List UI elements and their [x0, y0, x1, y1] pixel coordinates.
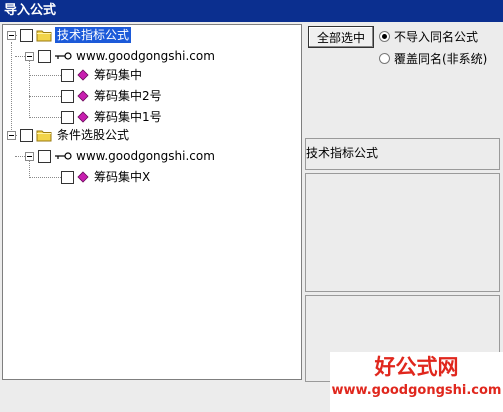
formula-gem-icon	[77, 69, 89, 81]
tree-node-site[interactable]: www.goodgongshi.com	[25, 146, 217, 166]
collapse-toggle-icon[interactable]	[7, 30, 16, 40]
checkbox[interactable]	[38, 149, 51, 163]
radio-selected-icon[interactable]	[379, 31, 390, 42]
tree-node-label[interactable]: 条件选股公式	[55, 127, 131, 143]
checkbox[interactable]	[20, 128, 33, 142]
formula-gem-icon	[77, 90, 89, 102]
tree-node-label[interactable]: 筹码集中X	[92, 169, 152, 185]
tree-node-label[interactable]: www.goodgongshi.com	[74, 48, 217, 64]
checkbox[interactable]	[20, 28, 33, 42]
key-icon	[55, 152, 72, 160]
formula-tree[interactable]: 技术指标公式 www.goodgongshi.com 筹码集中 筹码集中2号 筹…	[2, 24, 302, 380]
tree-node-label[interactable]: www.goodgongshi.com	[74, 148, 217, 164]
checkbox[interactable]	[61, 68, 74, 82]
tree-line	[29, 96, 61, 97]
tree-line	[29, 75, 61, 76]
category-label: 技术指标公式	[306, 146, 379, 160]
radio-overwrite-duplicates[interactable]: 覆盖同名(非系统)	[379, 50, 487, 67]
tree-node-label[interactable]: 筹码集中	[92, 67, 144, 83]
radio-unselected-icon[interactable]	[379, 53, 390, 64]
tree-node-formula[interactable]: 筹码集中X	[61, 167, 152, 187]
tree-node-formula[interactable]: 筹码集中1号	[61, 107, 164, 127]
collapse-toggle-icon[interactable]	[25, 51, 34, 61]
select-all-button[interactable]: 全部选中	[308, 26, 374, 48]
tree-node-root2[interactable]: 条件选股公式	[7, 125, 131, 145]
tree-node-site[interactable]: www.goodgongshi.com	[25, 46, 217, 66]
collapse-toggle-icon[interactable]	[25, 151, 34, 161]
formula-gem-icon	[77, 171, 89, 183]
folder-icon	[36, 130, 52, 142]
tree-node-formula[interactable]: 筹码集中	[61, 65, 144, 85]
site-watermark: 好公式网 www.goodgongshi.com	[330, 352, 503, 412]
collapse-toggle-icon[interactable]	[7, 130, 16, 140]
checkbox[interactable]	[61, 110, 74, 124]
checkbox[interactable]	[61, 89, 74, 103]
tree-line	[29, 59, 30, 118]
tree-node-label[interactable]: 技术指标公式	[55, 27, 132, 43]
tree-line	[11, 42, 12, 138]
tree-line	[29, 177, 61, 178]
folder-icon	[36, 30, 52, 42]
description-panel	[305, 173, 500, 292]
window-title: 导入公式	[0, 0, 503, 22]
tree-node-root1[interactable]: 技术指标公式	[7, 25, 132, 45]
radio-label: 覆盖同名(非系统)	[394, 52, 488, 66]
radio-skip-duplicates[interactable]: 不导入同名公式	[379, 28, 478, 45]
tree-node-label[interactable]: 筹码集中1号	[92, 109, 164, 125]
checkbox[interactable]	[61, 170, 74, 184]
watermark-title: 好公式网	[374, 355, 459, 379]
radio-label: 不导入同名公式	[394, 30, 479, 44]
formula-gem-icon	[77, 111, 89, 123]
key-icon	[55, 52, 72, 60]
tree-line	[29, 117, 61, 118]
tree-node-formula[interactable]: 筹码集中2号	[61, 86, 164, 106]
tree-node-label[interactable]: 筹码集中2号	[92, 88, 164, 104]
watermark-url: www.goodgongshi.com	[331, 383, 502, 398]
checkbox[interactable]	[38, 49, 51, 63]
